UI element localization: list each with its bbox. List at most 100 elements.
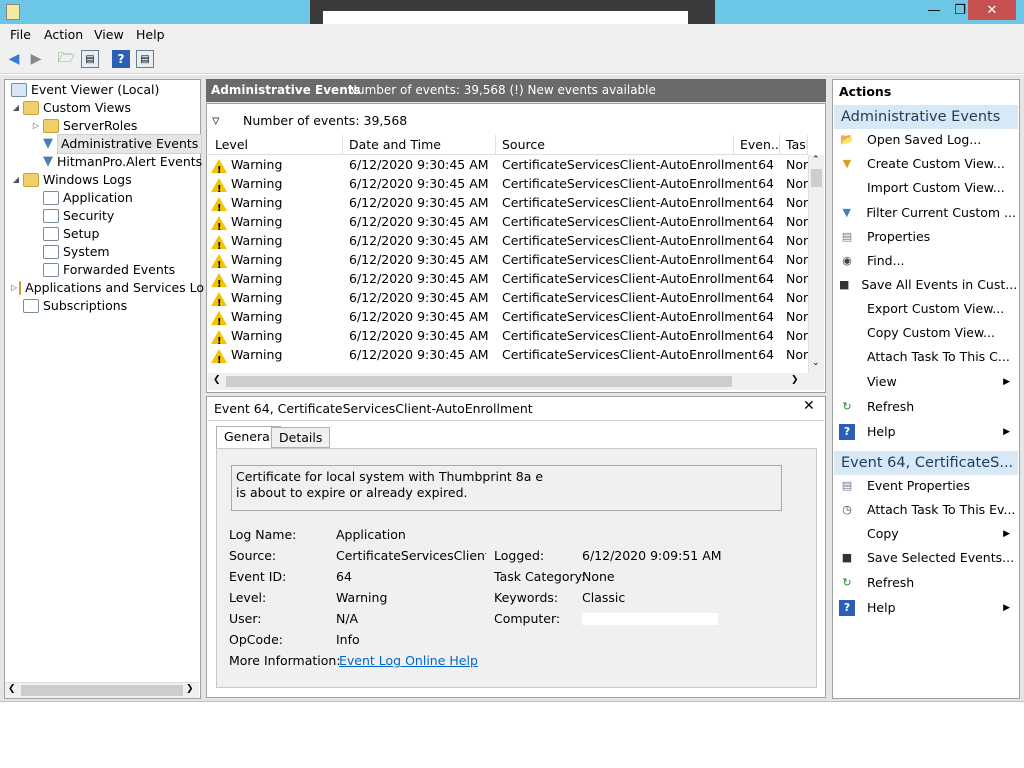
help-icon[interactable]: ?	[112, 50, 130, 68]
action-item[interactable]: Copy ▶	[836, 522, 1016, 546]
row-date: 6/12/2020 9:30:45 AM	[349, 347, 489, 362]
table-row[interactable]: Warning 6/12/2020 9:30:45 AM CertificateSe…	[209, 288, 808, 313]
menu-file[interactable]: File	[10, 27, 31, 42]
action-item[interactable]: ▤ Event Properties	[836, 474, 1016, 498]
expand-arrow-icon[interactable]: ▷	[11, 279, 17, 297]
scroll-right-icon[interactable]: ❯	[186, 684, 194, 694]
tree-item-application[interactable]: Application	[5, 189, 200, 207]
action-item[interactable]: ↻ Refresh	[836, 395, 1016, 419]
scroll-up-icon[interactable]: ⌃	[812, 155, 820, 165]
action-label: Refresh	[867, 399, 915, 414]
collapse-arrow-icon[interactable]: ◢	[11, 99, 21, 117]
actions-section-event[interactable]: Event 64, CertificateS...	[834, 451, 1018, 475]
table-row[interactable]: Warning 6/12/2020 9:30:45 AM CertificateSe…	[209, 345, 808, 370]
col-task[interactable]: Task	[780, 135, 808, 154]
row-date: 6/12/2020 9:30:45 AM	[349, 271, 489, 286]
tree-item-setup[interactable]: Setup	[5, 225, 200, 243]
action-item[interactable]: Export Custom View...	[836, 297, 1016, 321]
forward-arrow-icon[interactable]: ▶	[27, 50, 45, 68]
scroll-left-icon[interactable]: ❮	[8, 684, 16, 694]
minimize-button[interactable]: —	[920, 0, 948, 20]
scroll-down-icon[interactable]: ⌄	[812, 358, 820, 368]
event-log-online-help-link[interactable]: Event Log Online Help	[339, 650, 478, 671]
row-event: 64	[758, 214, 774, 229]
action-item[interactable]: ■ Save All Events in Cust...	[836, 273, 1017, 297]
table-row[interactable]: Warning 6/12/2020 9:30:45 AM CertificateSe…	[209, 193, 808, 218]
col-event-id[interactable]: Even...	[734, 135, 780, 154]
tree-item-hitmanpro[interactable]: ▼ HitmanPro.Alert Events	[5, 153, 202, 171]
col-source[interactable]: Source	[496, 135, 734, 154]
row-source: CertificateServicesClient-AutoEnrollment	[502, 195, 758, 210]
back-arrow-icon[interactable]: ◀	[5, 50, 23, 68]
event-message-box[interactable]: Certificate for local system with Thumbp…	[231, 465, 859, 511]
action-item[interactable]: ▼ Create Custom View...	[836, 152, 1016, 176]
table-row[interactable]: Warning 6/12/2020 9:30:45 AM CertificateSe…	[209, 326, 808, 351]
scroll-left-icon[interactable]: ❮	[213, 375, 221, 385]
action-item[interactable]: Import Custom View...	[836, 176, 1016, 200]
table-row[interactable]: Warning 6/12/2020 9:30:45 AM CertificateSe…	[209, 250, 808, 275]
tree-item-custom-views[interactable]: ◢ Custom Views	[5, 99, 200, 117]
action-item[interactable]: Attach Task To This C...	[836, 345, 1016, 369]
scroll-thumb[interactable]	[21, 685, 183, 696]
row-task: Non	[786, 252, 808, 267]
refresh-icon: ↻	[842, 576, 852, 589]
row-level: Warning	[231, 328, 283, 343]
tree-item-system[interactable]: System	[5, 243, 200, 261]
keywords-value: Classic	[582, 590, 626, 605]
action-item[interactable]: ? Help ▶	[836, 596, 1016, 620]
grid-horizontal-scrollbar[interactable]: ❮ ❯	[208, 373, 824, 390]
tab-details[interactable]: Details	[271, 427, 331, 448]
folder-up-icon[interactable]: 🗁	[57, 50, 75, 68]
show-hide-action-pane-icon[interactable]: ▤	[136, 50, 154, 68]
tree-item-windows-logs[interactable]: ◢ Windows Logs	[5, 171, 200, 189]
table-row[interactable]: Warning 6/12/2020 9:30:45 AM CertificateSe…	[209, 307, 808, 332]
tree-item-forwarded[interactable]: Forwarded Events	[5, 261, 200, 279]
scroll-right-icon[interactable]: ❯	[791, 375, 799, 385]
close-button[interactable]: ✕	[968, 0, 1016, 20]
tree-item-security[interactable]: Security	[5, 207, 200, 225]
table-row[interactable]: Warning 6/12/2020 9:30:45 AM CertificateSe…	[209, 212, 808, 237]
action-label: Import Custom View...	[867, 180, 1005, 195]
computer-label: Computer:	[494, 611, 561, 626]
menu-view[interactable]: View	[94, 27, 124, 42]
tree-item-apps-services[interactable]: ▷ Applications and Services Lo	[5, 279, 204, 297]
action-item[interactable]: ↻ Refresh	[836, 571, 1016, 595]
action-item[interactable]: View ▶	[836, 370, 1016, 394]
tree-item-subscriptions[interactable]: Subscriptions	[5, 297, 200, 315]
table-row[interactable]: Warning 6/12/2020 9:30:45 AM CertificateSe…	[209, 155, 808, 180]
action-item[interactable]: Copy Custom View...	[836, 321, 1016, 345]
table-row[interactable]: Warning 6/12/2020 9:30:45 AM CertificateSe…	[209, 174, 808, 199]
event-viewer-icon	[11, 83, 27, 97]
action-item[interactable]: ▤ Properties	[836, 225, 1016, 249]
row-level: Warning	[231, 309, 283, 324]
action-label: Copy Custom View...	[867, 325, 995, 340]
action-item[interactable]: ▼ Filter Current Custom ...	[836, 201, 1016, 225]
scroll-thumb[interactable]	[811, 169, 822, 187]
action-item[interactable]: ■ Save Selected Events...	[836, 546, 1016, 570]
col-level[interactable]: Level	[209, 135, 343, 154]
show-hide-tree-icon[interactable]: ▤	[81, 50, 99, 68]
action-item[interactable]: 📂 Open Saved Log...	[836, 128, 1016, 152]
grid-vertical-scrollbar[interactable]: ⌃ ⌄	[808, 155, 824, 373]
col-date-time[interactable]: Date and Time	[343, 135, 496, 154]
tree-horizontal-scrollbar[interactable]: ❮ ❯	[5, 682, 199, 698]
log-name-value: Application	[336, 527, 406, 542]
actions-section-admin-events[interactable]: Administrative Events	[834, 105, 1018, 129]
menu-action[interactable]: Action	[44, 27, 83, 42]
table-row[interactable]: Warning 6/12/2020 9:30:45 AM CertificateSe…	[209, 231, 808, 256]
table-row[interactable]: Warning 6/12/2020 9:30:45 AM CertificateSe…	[209, 269, 808, 294]
tree-item-admin-events[interactable]: ▼ Administrative Events	[5, 134, 203, 154]
row-source: CertificateServicesClient-AutoEnrollment	[502, 252, 758, 267]
row-source: CertificateServicesClient-AutoEnrollment	[502, 347, 758, 362]
detail-close-icon[interactable]: ✕	[803, 398, 815, 414]
action-item[interactable]: ◷ Attach Task To This Ev...	[836, 498, 1016, 522]
menu-help[interactable]: Help	[136, 27, 165, 42]
scroll-thumb[interactable]	[226, 376, 732, 387]
folder-icon	[19, 281, 22, 295]
expand-arrow-icon[interactable]: ▷	[31, 117, 41, 135]
action-item[interactable]: ? Help ▶	[836, 420, 1016, 444]
collapse-arrow-icon[interactable]: ◢	[11, 171, 21, 189]
tree-item-root[interactable]: Event Viewer (Local)	[5, 81, 200, 99]
action-item[interactable]: ◉ Find...	[836, 249, 1016, 273]
tree-item-server-roles[interactable]: ▷ ServerRoles	[5, 117, 200, 135]
